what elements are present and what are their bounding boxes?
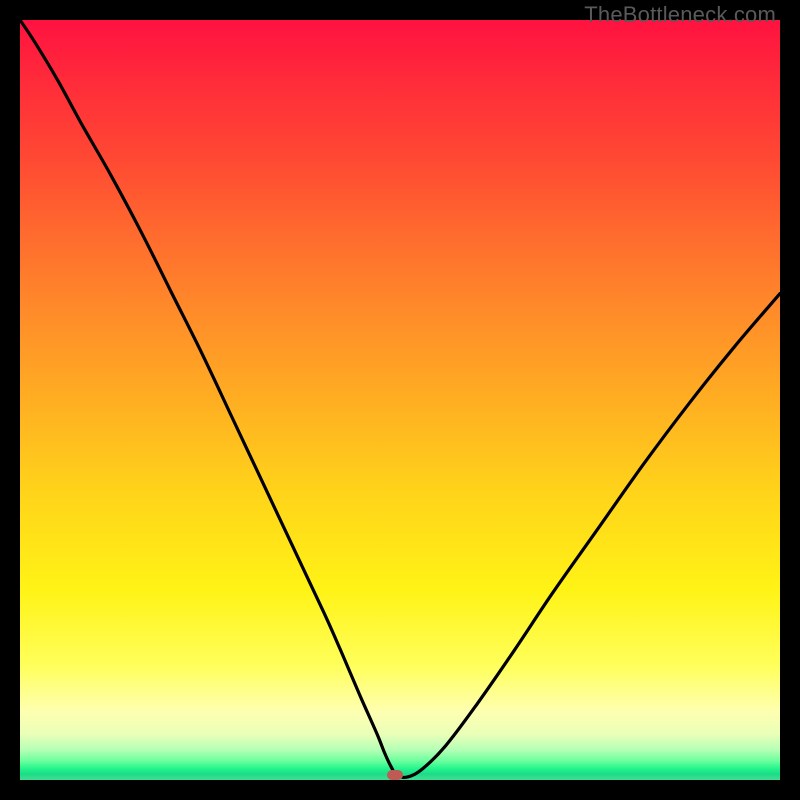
bottleneck-curve — [20, 20, 780, 780]
chart-plot-area — [20, 20, 780, 780]
curve-path — [20, 20, 780, 778]
watermark-text: TheBottleneck.com — [584, 2, 776, 28]
minimum-marker — [387, 770, 403, 780]
